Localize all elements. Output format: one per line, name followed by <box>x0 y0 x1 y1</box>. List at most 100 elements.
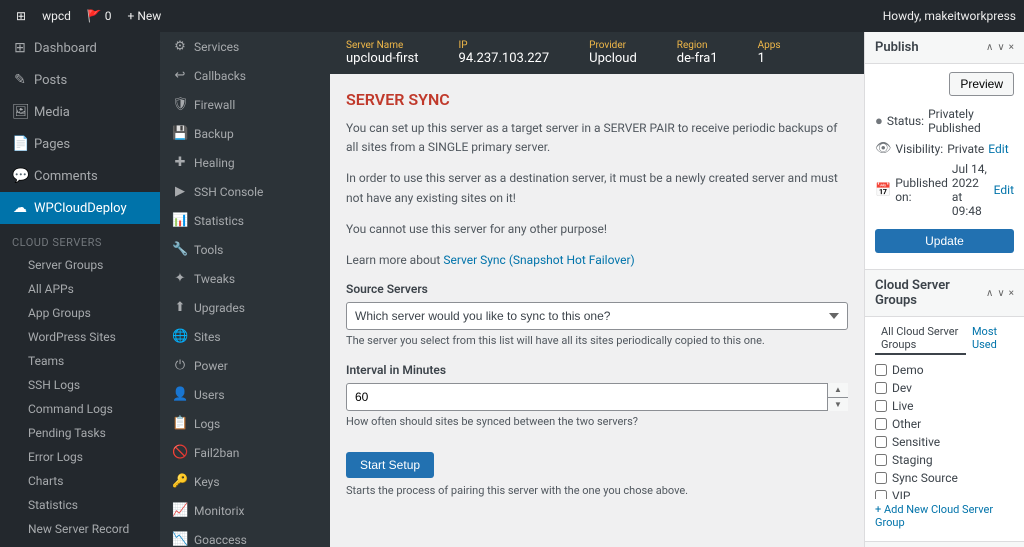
sidebar-item-pending-tasks[interactable]: Pending Tasks <box>0 421 160 445</box>
publish-header[interactable]: Publish ∧ ∨ × <box>865 32 1024 64</box>
sidebar-item-charts[interactable]: Charts <box>0 469 160 493</box>
close-icon[interactable]: × <box>1009 42 1014 53</box>
srv-healing[interactable]: ✚ Healing <box>160 148 330 177</box>
srv-users[interactable]: 👤 Users <box>160 380 330 409</box>
cloud-groups-down-icon[interactable]: ∨ <box>997 288 1004 299</box>
wp-logo[interactable]: ⊞ <box>8 9 34 23</box>
srv-callbacks[interactable]: ↩ Callbacks <box>160 61 330 90</box>
srv-sites[interactable]: 🌐 Sites <box>160 322 330 351</box>
srv-fail2ban[interactable]: 🚫 Fail2ban <box>160 438 330 467</box>
group-checkbox-demo[interactable] <box>875 364 887 376</box>
sidebar-item-ssh-logs[interactable]: SSH Logs <box>0 373 160 397</box>
group-checkbox-sync-source[interactable] <box>875 472 887 484</box>
server-region-value: de-fra1 <box>677 51 718 66</box>
srv-power[interactable]: ⏻ Power <box>160 351 330 380</box>
srv-monitorix[interactable]: 📈 Monitorix <box>160 496 330 525</box>
sidebar-item-new-server[interactable]: New Server Record <box>0 517 160 541</box>
cloud-groups-up-icon[interactable]: ∧ <box>986 288 993 299</box>
source-servers-select[interactable]: Which server would you like to sync to t… <box>346 302 848 330</box>
owner-header[interactable]: Change Server Owner ∧ ∨ × <box>865 542 1024 547</box>
healing-icon: ✚ <box>172 155 188 170</box>
sidebar-item-dashboard[interactable]: ⊞ Dashboard <box>0 32 160 64</box>
interval-hint: How often should sites be synced between… <box>346 415 848 428</box>
group-label-sync-source: Sync Source <box>892 471 958 485</box>
statistics-icon: 📊 <box>172 213 188 228</box>
cloud-groups-icons: ∧ ∨ × <box>986 288 1014 299</box>
srv-services[interactable]: ⚙ Services <box>160 32 330 61</box>
server-ip-value: 94.237.103.227 <box>459 51 550 66</box>
srv-backup[interactable]: 💾 Backup <box>160 119 330 148</box>
sidebar-item-statistics[interactable]: Statistics <box>0 493 160 517</box>
tab-all-groups[interactable]: All Cloud Server Groups <box>875 323 966 355</box>
server-name-label: Server Name <box>346 40 419 51</box>
callbacks-icon: ↩ <box>172 68 188 83</box>
cloud-icon: ☁ <box>12 200 28 216</box>
sidebar-item-command-logs[interactable]: Command Logs <box>0 397 160 421</box>
source-servers-label: Source Servers <box>346 282 848 296</box>
sidebar-item-error-logs[interactable]: Error Logs <box>0 445 160 469</box>
sidebar-item-posts[interactable]: ✎ Posts <box>0 64 160 96</box>
decrement-button[interactable]: ▼ <box>828 398 848 412</box>
srv-firewall[interactable]: 🛡 Firewall <box>160 90 330 119</box>
learn-more-link[interactable]: Server Sync (Snapshot Hot Failover) <box>443 253 634 267</box>
srv-upgrades[interactable]: ⬆ Upgrades <box>160 293 330 322</box>
source-servers-section: Source Servers Which server would you li… <box>346 282 848 347</box>
group-checkbox-live[interactable] <box>875 400 887 412</box>
srv-statistics[interactable]: 📊 Statistics <box>160 206 330 235</box>
srv-ssh-console[interactable]: ▶ SSH Console <box>160 177 330 206</box>
services-icon: ⚙ <box>172 39 188 54</box>
start-setup-button[interactable]: Start Setup <box>346 452 434 478</box>
group-checkbox-vip[interactable] <box>875 490 887 499</box>
visibility-edit-link[interactable]: Edit <box>988 142 1008 156</box>
cloud-groups-header[interactable]: Cloud Server Groups ∧ ∨ × <box>865 270 1024 317</box>
sidebar-label-pages: Pages <box>34 137 70 152</box>
sidebar-item-media[interactable]: 🖼 Media <box>0 96 160 128</box>
sites-icon: 🌐 <box>172 329 188 344</box>
sidebar-item-comments[interactable]: 💬 Comments <box>0 160 160 192</box>
add-new-group-link[interactable]: + Add New Cloud Server Group <box>865 499 1024 533</box>
group-checkbox-other[interactable] <box>875 418 887 430</box>
change-server-owner-section: Change Server Owner ∧ ∨ × × <box>865 542 1024 547</box>
group-item-other: Other <box>875 415 1014 433</box>
tools-icon: 🔧 <box>172 242 188 257</box>
chevron-down-icon[interactable]: ∨ <box>997 42 1004 53</box>
main-content: Server Name upcloud-first IP 94.237.103.… <box>330 32 864 547</box>
srv-keys[interactable]: 🔑 Keys <box>160 467 330 496</box>
sidebar-item-teams[interactable]: Teams <box>0 349 160 373</box>
srv-logs[interactable]: 📋 Logs <box>160 409 330 438</box>
sidebar-item-all-apps[interactable]: All APPs <box>0 277 160 301</box>
srv-goaccess[interactable]: 📉 Goaccess <box>160 525 330 547</box>
cloud-groups-close-icon[interactable]: × <box>1009 288 1014 299</box>
sidebar-item-wpcloudeploy[interactable]: ☁ WPCloudDeploy <box>0 192 160 224</box>
sidebar-item-pages[interactable]: 📄 Pages <box>0 128 160 160</box>
srv-tweaks[interactable]: ✦ Tweaks <box>160 264 330 293</box>
published-edit-link[interactable]: Edit <box>994 183 1014 197</box>
sidebar-item-app-groups[interactable]: App Groups <box>0 301 160 325</box>
preview-button[interactable]: Preview <box>949 72 1014 96</box>
sidebar-label-wpcloudeploy: WPCloudDeploy <box>34 201 127 216</box>
group-checkbox-sensitive[interactable] <box>875 436 887 448</box>
wpcd-menu[interactable]: wpcd <box>34 9 79 23</box>
group-item-live: Live <box>875 397 1014 415</box>
ssh-icon: ▶ <box>172 184 188 199</box>
group-checkbox-dev[interactable] <box>875 382 887 394</box>
srv-tools[interactable]: 🔧 Tools <box>160 235 330 264</box>
cloud-groups-title: Cloud Server Groups <box>875 278 986 308</box>
group-checkbox-staging[interactable] <box>875 454 887 466</box>
group-label-dev: Dev <box>892 381 912 395</box>
sidebar-item-server-groups[interactable]: Server Groups <box>0 253 160 277</box>
interval-input-wrap: ▲ ▼ <box>346 383 848 411</box>
update-button[interactable]: Update <box>875 229 1014 253</box>
sidebar-item-wp-sites[interactable]: WordPress Sites <box>0 325 160 349</box>
chevron-up-icon[interactable]: ∧ <box>986 42 993 53</box>
server-name-value: upcloud-first <box>346 51 419 66</box>
increment-button[interactable]: ▲ <box>828 383 848 398</box>
tab-most-used[interactable]: Most Used <box>966 323 1014 355</box>
notifications[interactable]: 🚩 0 <box>79 9 120 23</box>
new-content[interactable]: + New <box>120 9 170 23</box>
firewall-icon: 🛡 <box>172 97 188 112</box>
interval-label: Interval in Minutes <box>346 363 848 377</box>
interval-input[interactable] <box>346 383 848 411</box>
media-icon: 🖼 <box>12 104 28 120</box>
sidebar-item-reporting[interactable]: Reporting Groups <box>0 541 160 547</box>
